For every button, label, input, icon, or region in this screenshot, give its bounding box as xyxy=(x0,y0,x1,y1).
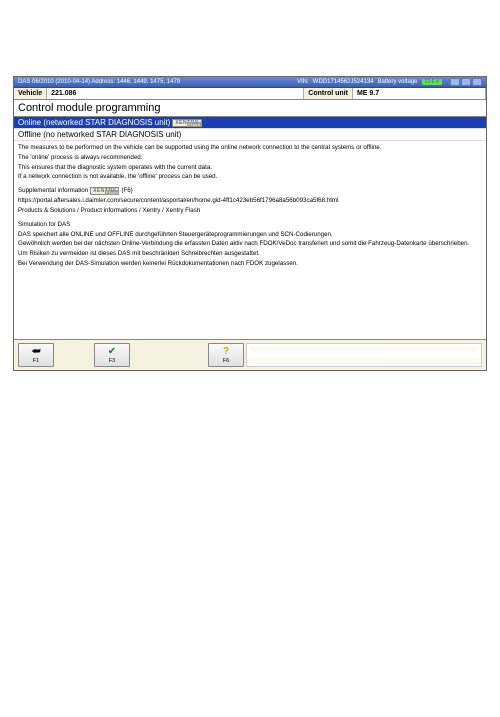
body-p4: If a network connection is not available… xyxy=(18,173,482,181)
back-icon: ⮨ xyxy=(31,347,40,357)
maximize-button[interactable] xyxy=(461,78,471,86)
control-unit-label: Control unit xyxy=(304,88,352,99)
minimize-button[interactable] xyxy=(450,78,460,86)
vehicle-value: 221.086 xyxy=(46,88,304,99)
vin-label: VIN: xyxy=(297,79,309,85)
help-icon: ? xyxy=(223,347,229,357)
sim-title: Simulation for DAS xyxy=(18,221,482,229)
body-p1: The measures to be performed on the vehi… xyxy=(18,144,482,152)
sim-p2: Gewöhnlich werden bei der nächsten Onlin… xyxy=(18,240,482,248)
battery-value: 12.6 V xyxy=(422,79,442,85)
supp-label: Supplemental information xyxy=(18,187,88,195)
f3-button[interactable]: ✔ F3 xyxy=(94,343,130,367)
content-pane: The measures to be performed on the vehi… xyxy=(14,141,486,340)
vehicle-header: Vehicle 221.086 Control unit ME 9.7 xyxy=(14,88,486,100)
f6-button[interactable]: ? F6 xyxy=(208,343,244,367)
option-offline[interactable]: Offline (no networked STAR DIAGNOSIS uni… xyxy=(14,129,486,141)
xentry-badge: XENTRY Flash xyxy=(172,119,201,127)
supp-hint: (F6) xyxy=(121,187,132,195)
option-online[interactable]: Online (networked STAR DIAGNOSIS unit) X… xyxy=(14,117,486,129)
supp-path: Products & Solutions / Product informati… xyxy=(18,207,482,215)
option-online-label: Online (networked STAR DIAGNOSIS unit) xyxy=(18,118,170,127)
supp-url: https://portal.aftersales.i.daimler.com/… xyxy=(18,197,482,205)
body-p2: The 'online' process is always recommend… xyxy=(18,154,482,162)
titlebar: DAS 06/2010 (2010-04-14) Address: 1446, … xyxy=(14,77,486,88)
vehicle-label: Vehicle xyxy=(14,88,46,99)
sim-p4: Bei Verwendung der DAS-Simulation werden… xyxy=(18,260,482,268)
function-key-bar: ⮨ F1 ✔ F3 ? F6 xyxy=(14,340,486,370)
option-offline-label: Offline (no networked STAR DIAGNOSIS uni… xyxy=(18,130,181,139)
f1-button[interactable]: ⮨ F1 xyxy=(18,343,54,367)
sim-p1: DAS speichert alle ONLINE und OFFLINE du… xyxy=(18,231,482,239)
section-title: Control module programming xyxy=(14,100,486,117)
window-controls xyxy=(450,78,482,86)
control-unit-value: ME 9.7 xyxy=(352,88,486,99)
body-p3: This ensures that the diagnostic system … xyxy=(18,164,482,172)
titlebar-text: DAS 06/2010 (2010-04-14) Address: 1446, … xyxy=(18,79,180,85)
das-window: DAS 06/2010 (2010-04-14) Address: 1446, … xyxy=(13,76,487,371)
vin-value: WDD1714562J524134 xyxy=(313,79,374,85)
check-icon: ✔ xyxy=(108,347,116,357)
redacted-area xyxy=(246,343,482,367)
close-button[interactable] xyxy=(472,78,482,86)
battery-label: Battery voltage xyxy=(378,79,418,85)
sim-p3: Um Risiken zu vermeiden ist dieses DAS m… xyxy=(18,250,482,258)
xentry-badge-small: XENTRY Flash xyxy=(90,187,119,195)
